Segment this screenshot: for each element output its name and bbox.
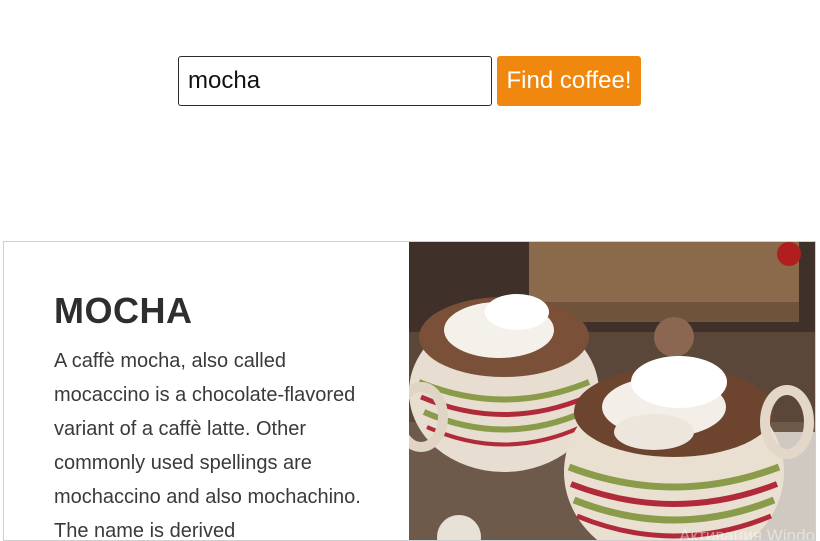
card-title: MOCHA: [54, 290, 193, 331]
mocha-photo: Активация Windo: [409, 242, 815, 540]
find-coffee-button[interactable]: Find coffee!: [497, 56, 641, 106]
card-text: MOCHA A caffè mocha, also called mocacci…: [4, 242, 410, 541]
mocha-cups-image: [409, 242, 815, 540]
card-description: A caffè mocha, also called mocaccino is …: [54, 350, 361, 541]
coffee-card: MOCHA A caffè mocha, also called mocacci…: [3, 241, 816, 541]
search-input[interactable]: [178, 56, 492, 106]
search-bar: Find coffee!: [178, 56, 641, 106]
